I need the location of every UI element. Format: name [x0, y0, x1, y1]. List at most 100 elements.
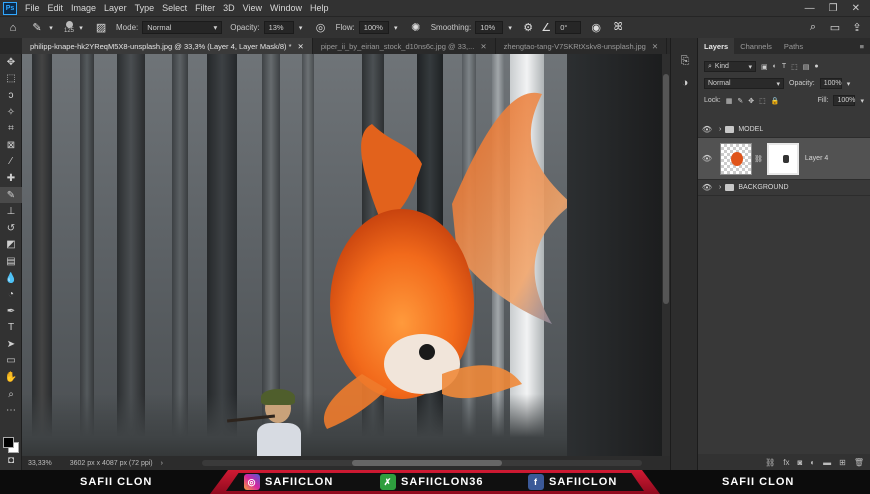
chevron-down-icon[interactable]: ▾	[860, 97, 864, 105]
close-icon[interactable]: ✕	[298, 42, 304, 51]
tab-philipp-knape[interactable]: philipp-knape-hk2YReqM5X8-unsplash.jpg @…	[22, 38, 313, 54]
brush-settings-icon[interactable]: ▨	[94, 21, 108, 35]
pen-tool-icon[interactable]: ✒	[0, 303, 22, 320]
menu-edit[interactable]: Edit	[44, 3, 68, 13]
adjustment-layer-icon[interactable]: ◐	[810, 458, 815, 467]
tab-piper[interactable]: piper_ii_by_eirian_stock_d10ns6c.jpg @ 3…	[313, 38, 496, 54]
eye-icon[interactable]: 👁	[698, 125, 716, 134]
symmetry-icon[interactable]: ꕤ	[611, 21, 625, 35]
lock-position-icon[interactable]: ✥	[748, 97, 754, 105]
flow-input[interactable]: 100%	[358, 21, 389, 34]
clone-stamp-tool-icon[interactable]: ⊥	[0, 203, 22, 220]
search-icon[interactable]: ⌕	[806, 21, 820, 35]
menu-3d[interactable]: 3D	[219, 3, 239, 13]
menu-file[interactable]: File	[21, 3, 44, 13]
zoom-level[interactable]: 33,33%	[28, 460, 52, 467]
close-button[interactable]: ✕	[852, 3, 860, 14]
healing-brush-tool-icon[interactable]: ✚	[0, 170, 22, 187]
filter-kind-select[interactable]: ⌕ Kind ▾	[704, 61, 756, 72]
chevron-down-icon[interactable]: ▾	[847, 80, 851, 88]
foreground-color-swatch[interactable]	[3, 437, 14, 448]
lock-pixels-icon[interactable]: ✎	[737, 97, 743, 105]
tab-zhengtao[interactable]: zhengtao-tang-V7SKRtXskv8-unsplash.jpg ✕	[496, 38, 668, 54]
opacity-input[interactable]: 13%	[263, 21, 294, 34]
chevron-right-icon[interactable]: ›	[161, 460, 163, 467]
color-panel-icon[interactable]: ◑	[671, 72, 699, 94]
quick-select-tool-icon[interactable]: ✧	[0, 104, 22, 121]
panel-menu-icon[interactable]: ≡	[860, 38, 870, 54]
close-icon[interactable]: ✕	[480, 42, 486, 51]
history-brush-tool-icon[interactable]: ↺	[0, 220, 22, 237]
filter-toggle-icon[interactable]: ●	[814, 63, 818, 70]
lock-artboard-icon[interactable]: ⬚	[759, 97, 766, 105]
facebook-handle[interactable]: f SAFIICLON	[528, 473, 617, 491]
instagram-handle[interactable]: ◎ SAFIICLON	[244, 473, 333, 491]
tab-paths[interactable]: Paths	[778, 38, 809, 54]
link-layers-icon[interactable]: ⛓	[765, 458, 775, 467]
other-handle[interactable]: ✗ SAFIICLON36	[380, 473, 484, 491]
menu-filter[interactable]: Filter	[191, 3, 219, 13]
menu-type[interactable]: Type	[131, 3, 159, 13]
filter-adjustment-icon[interactable]: ◐	[773, 63, 777, 70]
layer-mask-thumbnail[interactable]	[766, 142, 799, 175]
chevron-down-icon[interactable]: ▾	[503, 21, 517, 35]
filter-type-icon[interactable]: T	[782, 63, 786, 70]
chevron-down-icon[interactable]: ▾	[44, 21, 58, 35]
quick-mask-icon[interactable]: ◘	[0, 452, 22, 469]
photoshop-logo-icon[interactable]: Ps	[3, 1, 17, 15]
mode-select[interactable]: Normal ▾	[142, 21, 223, 34]
menu-image[interactable]: Image	[67, 3, 100, 13]
hand-tool-icon[interactable]: ✋	[0, 369, 22, 386]
eyedropper-tool-icon[interactable]: ⁄	[0, 154, 22, 171]
marquee-tool-icon[interactable]: ⬚	[0, 71, 22, 88]
lock-transparent-icon[interactable]: ▦	[726, 97, 733, 105]
gradient-tool-icon[interactable]: ▤	[0, 253, 22, 270]
add-mask-icon[interactable]: ◙	[797, 458, 802, 467]
menu-window[interactable]: Window	[266, 3, 306, 13]
airbrush-icon[interactable]: ✺	[409, 21, 423, 35]
canvas-area[interactable]	[22, 54, 670, 456]
vertical-scrollbar[interactable]	[662, 54, 670, 456]
move-tool-icon[interactable]: ✥	[0, 54, 22, 71]
share-icon[interactable]: ⇪	[850, 21, 864, 35]
chevron-down-icon[interactable]: ▾	[294, 21, 308, 35]
trash-icon[interactable]: 🗑	[854, 458, 864, 467]
new-layer-icon[interactable]: ⊞	[839, 458, 846, 467]
rectangle-tool-icon[interactable]: ▭	[0, 353, 22, 370]
angle-input[interactable]: 0°	[555, 21, 582, 34]
lock-all-icon[interactable]: 🔒	[771, 97, 780, 105]
horizontal-scroll-thumb[interactable]	[352, 460, 502, 466]
type-tool-icon[interactable]: T	[0, 320, 22, 337]
smoothing-input[interactable]: 10%	[475, 21, 504, 34]
filter-smart-object-icon[interactable]: ▤	[803, 63, 810, 71]
zoom-tool-icon[interactable]: ⌕	[0, 386, 22, 403]
frame-tool-icon[interactable]: ⊠	[0, 137, 22, 154]
menu-help[interactable]: Help	[306, 3, 333, 13]
close-icon[interactable]: ✕	[652, 42, 658, 51]
chevron-down-icon[interactable]: ▾	[389, 21, 403, 35]
horizontal-scrollbar[interactable]	[202, 460, 642, 466]
blur-tool-icon[interactable]: 💧	[0, 270, 22, 287]
layer-group-model[interactable]: 👁 › MODEL	[698, 122, 870, 138]
minimize-button[interactable]: —	[805, 3, 815, 14]
lasso-tool-icon[interactable]: ↄ	[0, 87, 22, 104]
menu-select[interactable]: Select	[158, 3, 191, 13]
layer-4-row[interactable]: 👁 ⛓ Layer 4	[698, 138, 870, 180]
document-info[interactable]: 3602 px x 4087 px (72 ppi)	[70, 460, 153, 467]
fill-input[interactable]: 100%	[833, 95, 856, 106]
blend-mode-select[interactable]: Normal ▾	[704, 78, 784, 89]
layer-group-background[interactable]: 👁 › BACKGROUND	[698, 180, 870, 196]
gear-icon[interactable]: ⚙	[521, 21, 535, 35]
eye-icon[interactable]: 👁	[698, 154, 716, 163]
fx-icon[interactable]: fx	[783, 458, 789, 467]
tab-channels[interactable]: Channels	[734, 38, 778, 54]
eye-icon[interactable]: 👁	[698, 183, 716, 192]
chevron-down-icon[interactable]: ▾	[74, 21, 88, 35]
path-select-tool-icon[interactable]: ➤	[0, 336, 22, 353]
brush-preset-picker[interactable]: 125	[64, 20, 74, 35]
vertical-scroll-thumb[interactable]	[663, 74, 669, 304]
filter-shape-icon[interactable]: ⬚	[791, 63, 798, 71]
brush-tool-icon[interactable]: ✎	[0, 186, 22, 204]
home-icon[interactable]: ⌂	[6, 21, 20, 35]
workspace-icon[interactable]: ▭	[828, 21, 842, 35]
